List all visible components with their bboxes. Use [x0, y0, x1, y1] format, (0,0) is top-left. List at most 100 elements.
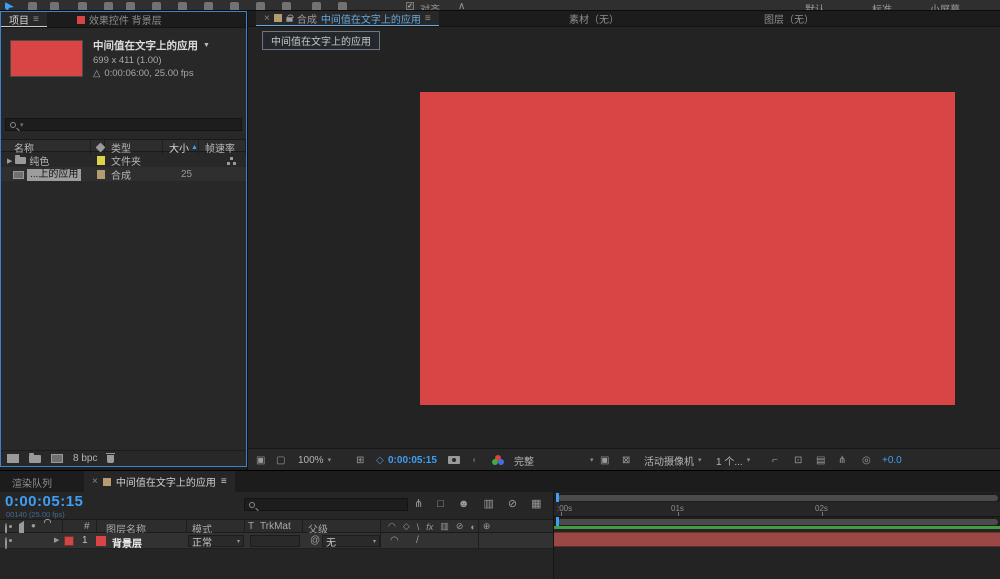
grid-guides-icon[interactable]: ⊞ [356, 449, 364, 470]
interpret-footage-icon[interactable] [7, 454, 19, 463]
clone-stamp-tool-icon[interactable] [256, 2, 265, 11]
tab-effect-controls[interactable]: 效果控件 背景层 [69, 12, 170, 27]
work-area-start-handle[interactable] [556, 517, 559, 526]
frame-blending-icon[interactable]: ▥ [483, 497, 493, 510]
close-tab-icon[interactable]: × [264, 13, 270, 24]
search-options-caret-icon[interactable]: ▾ [20, 121, 24, 129]
workspace-small-screen-button[interactable]: 小屏幕 [930, 1, 960, 11]
tab-render-queue[interactable]: 渲染队列 [4, 471, 60, 493]
camera-tool-icon[interactable] [104, 2, 113, 11]
trkmat-dropdown[interactable] [250, 535, 300, 547]
pixel-aspect-correction-icon[interactable]: ⊡ [794, 449, 802, 470]
title-caret-icon[interactable]: ▼ [203, 42, 210, 49]
draft-3d-icon[interactable]: □ [437, 498, 444, 510]
rotate-tool-icon[interactable] [78, 2, 87, 11]
project-search-input[interactable]: ▾ [5, 118, 242, 131]
folder-expander-icon[interactable]: ▶ [7, 157, 12, 165]
motion-blur-icon[interactable]: ⊘ [508, 497, 517, 510]
mask-visibility-icon[interactable]: ◇ [376, 449, 384, 470]
snap-checkbox[interactable]: ✓ [406, 2, 414, 10]
zoom-tool-icon[interactable] [50, 2, 59, 11]
solo-column-icon: ● [31, 521, 36, 530]
label-swatch-tan[interactable] [97, 170, 105, 179]
layer-label-swatch[interactable] [64, 536, 74, 546]
tab-layer[interactable]: 图层（无） [756, 11, 822, 26]
magnification-dropdown[interactable]: 100% ▾ [298, 449, 331, 470]
tab-project[interactable]: 项目 ≡ [1, 12, 47, 27]
exposure-value[interactable]: +0.0 [882, 449, 902, 470]
layer-name[interactable]: 背景层 [112, 535, 142, 550]
dropdown-caret-icon: ▾ [590, 456, 594, 464]
timeline-navigator[interactable] [554, 493, 1000, 502]
work-area-bar[interactable] [554, 517, 1000, 526]
viewer-menu-icon[interactable]: ≡ [425, 13, 431, 24]
composition-dimensions: 699 x 411 (1.00) [93, 55, 210, 66]
eraser-tool-icon[interactable] [282, 2, 291, 11]
blend-mode-dropdown[interactable]: 正常 ▾ [188, 535, 244, 547]
view-dropdown[interactable]: 活动摄像机 ▾ [644, 449, 702, 470]
transparency-grid-icon[interactable]: ⊠ [622, 449, 630, 470]
timeline-panel: 0:00:05:15 00140 (25.00 fps) ⋔ □ ☻ ▥ ⊘ ▦… [0, 492, 1000, 579]
trkmat-column[interactable]: TrkMat [260, 521, 291, 532]
puppet-tool-icon[interactable] [338, 2, 347, 11]
always-preview-icon[interactable]: ▣ [256, 449, 265, 470]
label-swatch-yellow[interactable] [97, 156, 105, 165]
layer-expander-icon[interactable]: ▶ [54, 536, 59, 544]
view-layout-dropdown[interactable]: 1 个... ▾ [716, 449, 750, 470]
goal-post-icon[interactable]: ⌐ [772, 449, 778, 470]
graph-editor-icon[interactable]: ▦ [531, 497, 541, 510]
mini-flowchart-icon[interactable]: ⋔ [838, 449, 846, 470]
selection-tool-icon[interactable] [5, 2, 14, 11]
tab-timeline-comp[interactable]: × 中间值在文字上的应用 ≡ [84, 471, 235, 493]
exposure-reset-icon[interactable]: ◎ [862, 449, 871, 470]
new-folder-icon[interactable] [29, 455, 41, 463]
layer-duration-bar[interactable] [554, 532, 1000, 547]
parent-dropdown[interactable]: 无 ▾ [322, 535, 380, 547]
timeline-left: 0:00:05:15 00140 (25.00 fps) ⋔ □ ☻ ▥ ⊘ ▦… [0, 492, 553, 579]
type-tool-icon[interactable] [204, 2, 213, 11]
preserve-transparency-column[interactable]: T [248, 521, 254, 532]
item-name-selected[interactable]: ...上的应用 [27, 169, 81, 181]
tab-footage[interactable]: 素材（无） [561, 11, 627, 26]
workspace-standard-button[interactable]: 标准 [872, 1, 892, 11]
parent-pickwhip-icon[interactable]: @ [310, 535, 320, 546]
viewer-canvas[interactable] [248, 51, 1000, 448]
channel-icon[interactable] [492, 455, 504, 465]
new-composition-icon[interactable] [51, 454, 63, 463]
hide-shy-layers-icon[interactable]: ☻ [458, 498, 470, 510]
layer-quality-switch[interactable]: / [416, 535, 419, 546]
shape-tool-icon[interactable] [152, 2, 161, 11]
layer-row-1[interactable]: ▶ 1 背景层 正常 ▾ @ 无 ▾ ◠ / [0, 533, 553, 549]
composition-mini-flowchart-icon[interactable]: ⋔ [414, 497, 423, 510]
primary-viewer-icon[interactable]: ▢ [276, 449, 285, 470]
layer-shy-switch[interactable]: ◠ [390, 535, 399, 546]
resolution-dropdown[interactable]: 完整 ▾ [514, 449, 594, 470]
trash-icon[interactable] [107, 455, 114, 463]
pen-tool-icon[interactable] [178, 2, 187, 11]
time-ruler[interactable]: :00s 01s 02s [554, 502, 1000, 517]
show-snapshot-icon[interactable]: ◐ [472, 449, 478, 470]
roto-brush-tool-icon[interactable] [312, 2, 321, 11]
hand-tool-icon[interactable] [28, 2, 37, 11]
tab-composition[interactable]: × 合成 中间值在文字上的应用 ≡ [256, 11, 439, 26]
item-type: 合成 [111, 167, 131, 182]
timeline-search-input[interactable] [244, 498, 408, 511]
viewer-timecode[interactable]: 0:00:05:15 [388, 449, 437, 470]
bit-depth-button[interactable]: 8 bpc [73, 453, 97, 464]
region-of-interest-icon[interactable]: ▣ [600, 449, 609, 470]
timeline-menu-icon[interactable]: ≡ [221, 476, 227, 487]
navigator-start-handle[interactable] [556, 493, 559, 502]
collapse-toolbar-icon[interactable]: ∧ [458, 1, 465, 11]
project-row-composition[interactable]: ...上的应用 合成 25 [1, 167, 246, 181]
workspace-default-button[interactable]: 默认 [805, 1, 825, 11]
breadcrumb-comp-button[interactable]: 中间值在文字上的应用 [262, 31, 380, 50]
panel-menu-icon[interactable]: ≡ [33, 14, 39, 25]
fast-previews-icon[interactable]: ▤ [816, 449, 825, 470]
snapshot-icon[interactable] [448, 456, 460, 464]
lock-icon[interactable] [286, 17, 292, 22]
pan-behind-tool-icon[interactable] [126, 2, 135, 11]
project-row-solids-folder[interactable]: ▶ 纯色 文件夹 [1, 153, 246, 167]
brush-tool-icon[interactable] [230, 2, 239, 11]
current-time-display[interactable]: 0:00:05:15 [5, 493, 83, 510]
close-tab-icon[interactable]: × [92, 476, 98, 487]
